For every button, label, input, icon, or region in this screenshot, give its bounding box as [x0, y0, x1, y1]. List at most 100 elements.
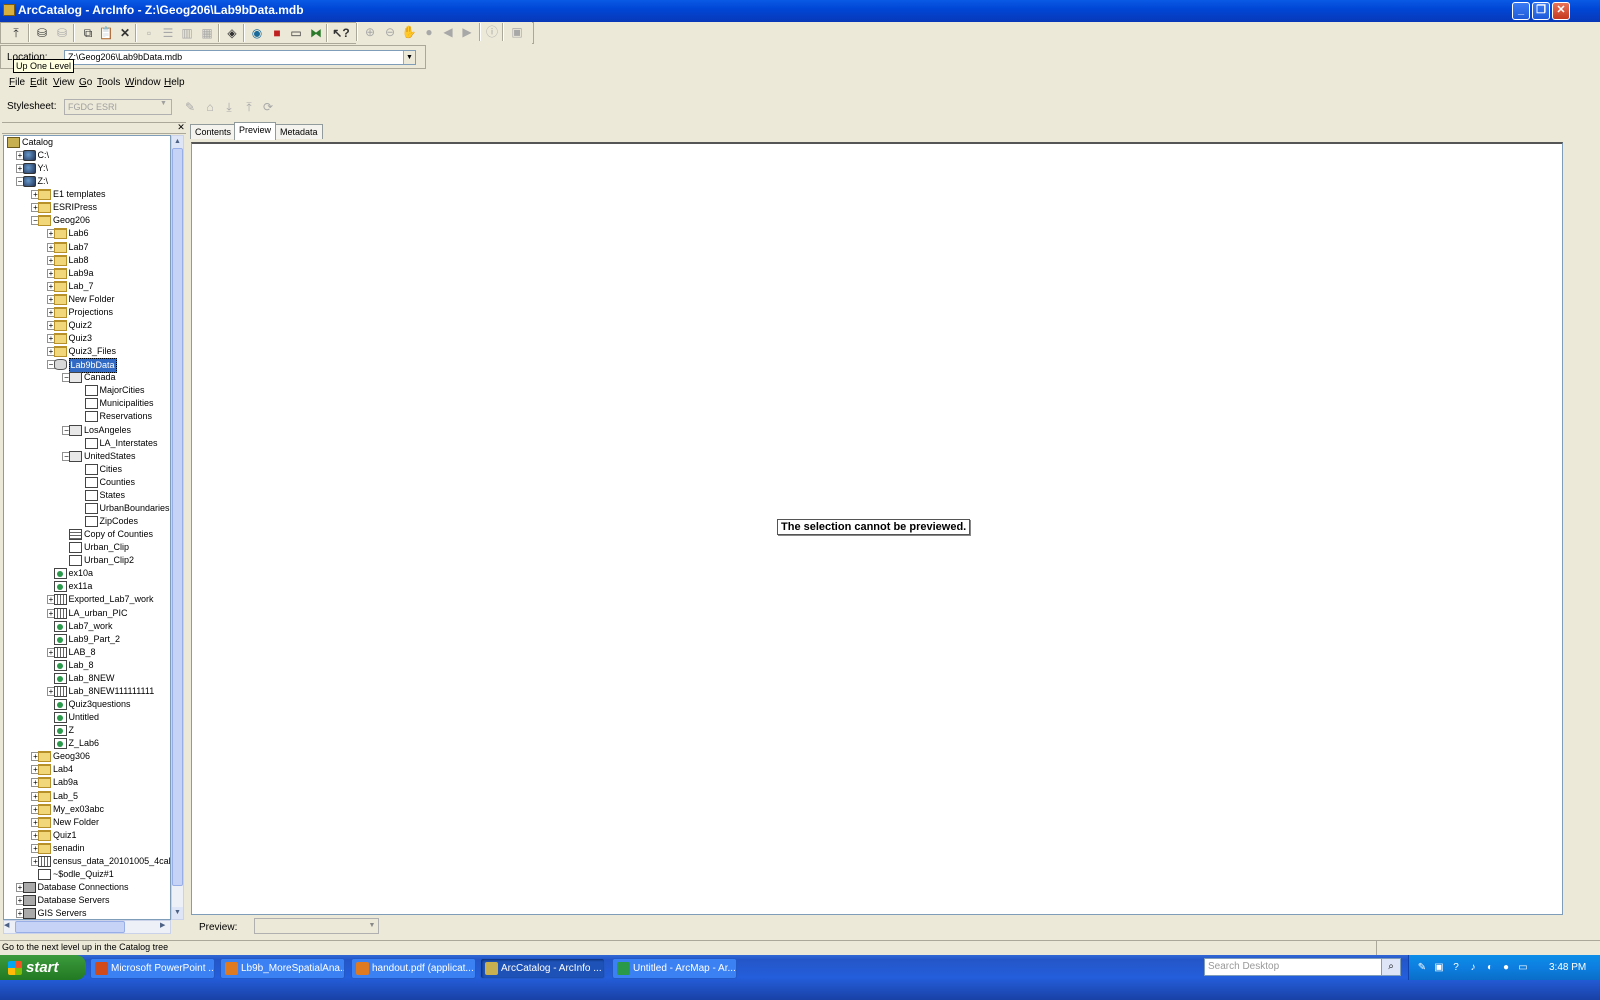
tree-item-label: New Folder: [68, 293, 115, 304]
feature-dataset-icon: [69, 372, 82, 384]
toolbar-separator: [479, 23, 481, 41]
data-icon: [38, 855, 51, 867]
menu-go[interactable]: Go: [79, 77, 92, 88]
connect-folder-icon[interactable]: ⛁: [33, 24, 51, 42]
desktop-search-input[interactable]: Search Desktop: [1204, 958, 1400, 976]
create-thumbnail-icon[interactable]: ▣: [508, 23, 526, 41]
scroll-left-icon[interactable]: ◀: [4, 921, 9, 929]
taskbar-task[interactable]: Lb9b_MoreSpatialAna...: [220, 958, 345, 979]
minimize-button[interactable]: _: [1512, 2, 1530, 20]
maximize-button[interactable]: ❐: [1532, 2, 1550, 20]
taskbar-task[interactable]: Microsoft PowerPoint ...: [90, 958, 215, 979]
location-input[interactable]: Z:\Geog206\Lab9bData.mdb: [64, 50, 416, 65]
tray-messenger-icon[interactable]: ●: [1500, 962, 1512, 974]
tree-item-label: MajorCities: [99, 385, 145, 396]
tree-item-label: Z_Lab6: [68, 738, 100, 749]
table-icon: [69, 529, 82, 541]
menu-help[interactable]: Help: [164, 77, 185, 88]
tab-preview[interactable]: Preview: [234, 122, 277, 140]
tree-item-label: Untitled: [68, 712, 100, 723]
preview-type-dropdown-arrow[interactable]: ▼: [366, 919, 378, 933]
task-app-icon: [225, 962, 238, 975]
tree-item-label: E1 templates: [53, 189, 106, 200]
arctoolbox-icon[interactable]: ■: [268, 24, 286, 42]
taskbar-task[interactable]: handout.pdf (applicat...: [351, 958, 476, 979]
zoom-out-icon[interactable]: ⊖: [381, 23, 399, 41]
zoom-in-icon[interactable]: ⊕: [361, 23, 379, 41]
tree-item-label: Lab9a: [53, 777, 79, 788]
list-icon[interactable]: ☰: [159, 24, 177, 42]
title-bar[interactable]: ArcCatalog - ArcInfo - Z:\Geog206\Lab9bD…: [0, 0, 1600, 22]
location-dropdown-arrow[interactable]: ▼: [403, 51, 415, 64]
close-button[interactable]: ✕: [1552, 2, 1570, 20]
paste-icon[interactable]: 📋: [97, 24, 115, 42]
menu-view[interactable]: View: [53, 77, 75, 88]
delete-icon[interactable]: ✕: [116, 24, 134, 42]
disconnect-folder-icon[interactable]: ⛁: [53, 24, 71, 42]
export-metadata-icon[interactable]: ⤒: [240, 98, 258, 116]
catalog-tree-header[interactable]: [2, 122, 186, 134]
tree-item-label: Lab_8NEW111111111: [68, 685, 155, 696]
scroll-down-icon[interactable]: ▼: [172, 907, 183, 919]
search-icon[interactable]: ⌕: [1381, 958, 1401, 976]
connection-icon: [22, 908, 36, 919]
catalog-tree-close-icon[interactable]: ✕: [176, 122, 186, 133]
command-line-icon[interactable]: ▭: [287, 24, 305, 42]
pan-icon[interactable]: ✋: [400, 23, 418, 41]
back-icon[interactable]: ◀: [439, 23, 457, 41]
feature-class-icon: [84, 398, 98, 410]
large-icons-icon[interactable]: ▫: [140, 24, 158, 42]
preview-type-select[interactable]: [254, 918, 379, 934]
model-builder-icon[interactable]: ⧓: [307, 24, 325, 42]
menu-file[interactable]: File: [9, 77, 25, 88]
tray-display-icon[interactable]: ▭: [1517, 962, 1529, 974]
details-icon[interactable]: ▥: [178, 24, 196, 42]
copy-icon[interactable]: ⧉: [79, 24, 97, 42]
forward-icon[interactable]: ▶: [458, 23, 476, 41]
tree-scroll-thumb[interactable]: [172, 148, 183, 886]
feature-class-icon: [84, 385, 98, 397]
tree-item-label: Copy of Counties: [84, 529, 154, 540]
update-metadata-icon[interactable]: ⟳: [259, 98, 277, 116]
tray-help-icon[interactable]: ?: [1450, 962, 1462, 974]
taskbar-task[interactable]: Untitled - ArcMap - Ar...: [612, 958, 737, 979]
tree-item-label: Quiz3_Files: [68, 346, 117, 357]
menu-edit[interactable]: Edit: [30, 77, 47, 88]
task-label: Lb9b_MoreSpatialAna...: [241, 963, 345, 974]
tray-network-icon[interactable]: ▣: [1433, 962, 1445, 974]
identify-icon[interactable]: ⓘ: [483, 23, 501, 41]
tab-contents[interactable]: Contents: [190, 124, 237, 139]
menu-tools[interactable]: Tools: [97, 77, 120, 88]
cannot-preview-message: The selection cannot be previewed.: [777, 519, 971, 535]
catalog-tree[interactable]: Catalog + C:\ + Y:\ − Z:\ + E1 templates + ESRIPre…: [3, 135, 171, 920]
full-extent-icon[interactable]: ●: [420, 23, 438, 41]
tree-item-label: Lab4: [53, 764, 74, 775]
thumbnails-icon[interactable]: ▦: [198, 24, 216, 42]
edit-metadata-icon[interactable]: ✎: [181, 98, 199, 116]
tree-item-label: Lab7: [68, 241, 89, 252]
tray-volume-icon[interactable]: ♪: [1467, 962, 1479, 974]
arccatalog-app-icon: [3, 4, 15, 16]
folder-icon: [53, 267, 67, 279]
scroll-right-icon[interactable]: ▶: [160, 921, 165, 929]
toolbar-separator: [502, 23, 504, 41]
drive-icon: [22, 176, 36, 188]
scroll-up-icon[interactable]: ▲: [172, 136, 183, 148]
metadata-properties-icon[interactable]: ⌂: [201, 98, 219, 116]
import-metadata-icon[interactable]: ⤓: [220, 98, 238, 116]
launch-arcmap-icon[interactable]: ◈: [223, 24, 241, 42]
taskbar-task[interactable]: ArcCatalog - ArcInfo ...: [480, 958, 605, 979]
menu-window[interactable]: Window: [125, 77, 161, 88]
tray-security-icon[interactable]: ◐: [1484, 962, 1496, 974]
tree-hscroll-thumb[interactable]: [15, 921, 125, 933]
tree-item-label: UrbanBoundaries: [99, 502, 170, 513]
up-one-level-icon[interactable]: ⤒: [7, 24, 25, 42]
arcglobe-icon[interactable]: ◉: [248, 24, 266, 42]
folder-icon: [53, 346, 67, 358]
stylesheet-dropdown-arrow[interactable]: ▼: [160, 100, 167, 107]
tree-item-label: My_ex03abc: [53, 803, 105, 814]
whats-this-icon[interactable]: ↖?: [332, 24, 350, 42]
tray-pen-icon[interactable]: ✎: [1416, 962, 1428, 974]
stylesheet-select[interactable]: FGDC ESRI: [64, 99, 172, 115]
tab-metadata[interactable]: Metadata: [275, 124, 323, 139]
